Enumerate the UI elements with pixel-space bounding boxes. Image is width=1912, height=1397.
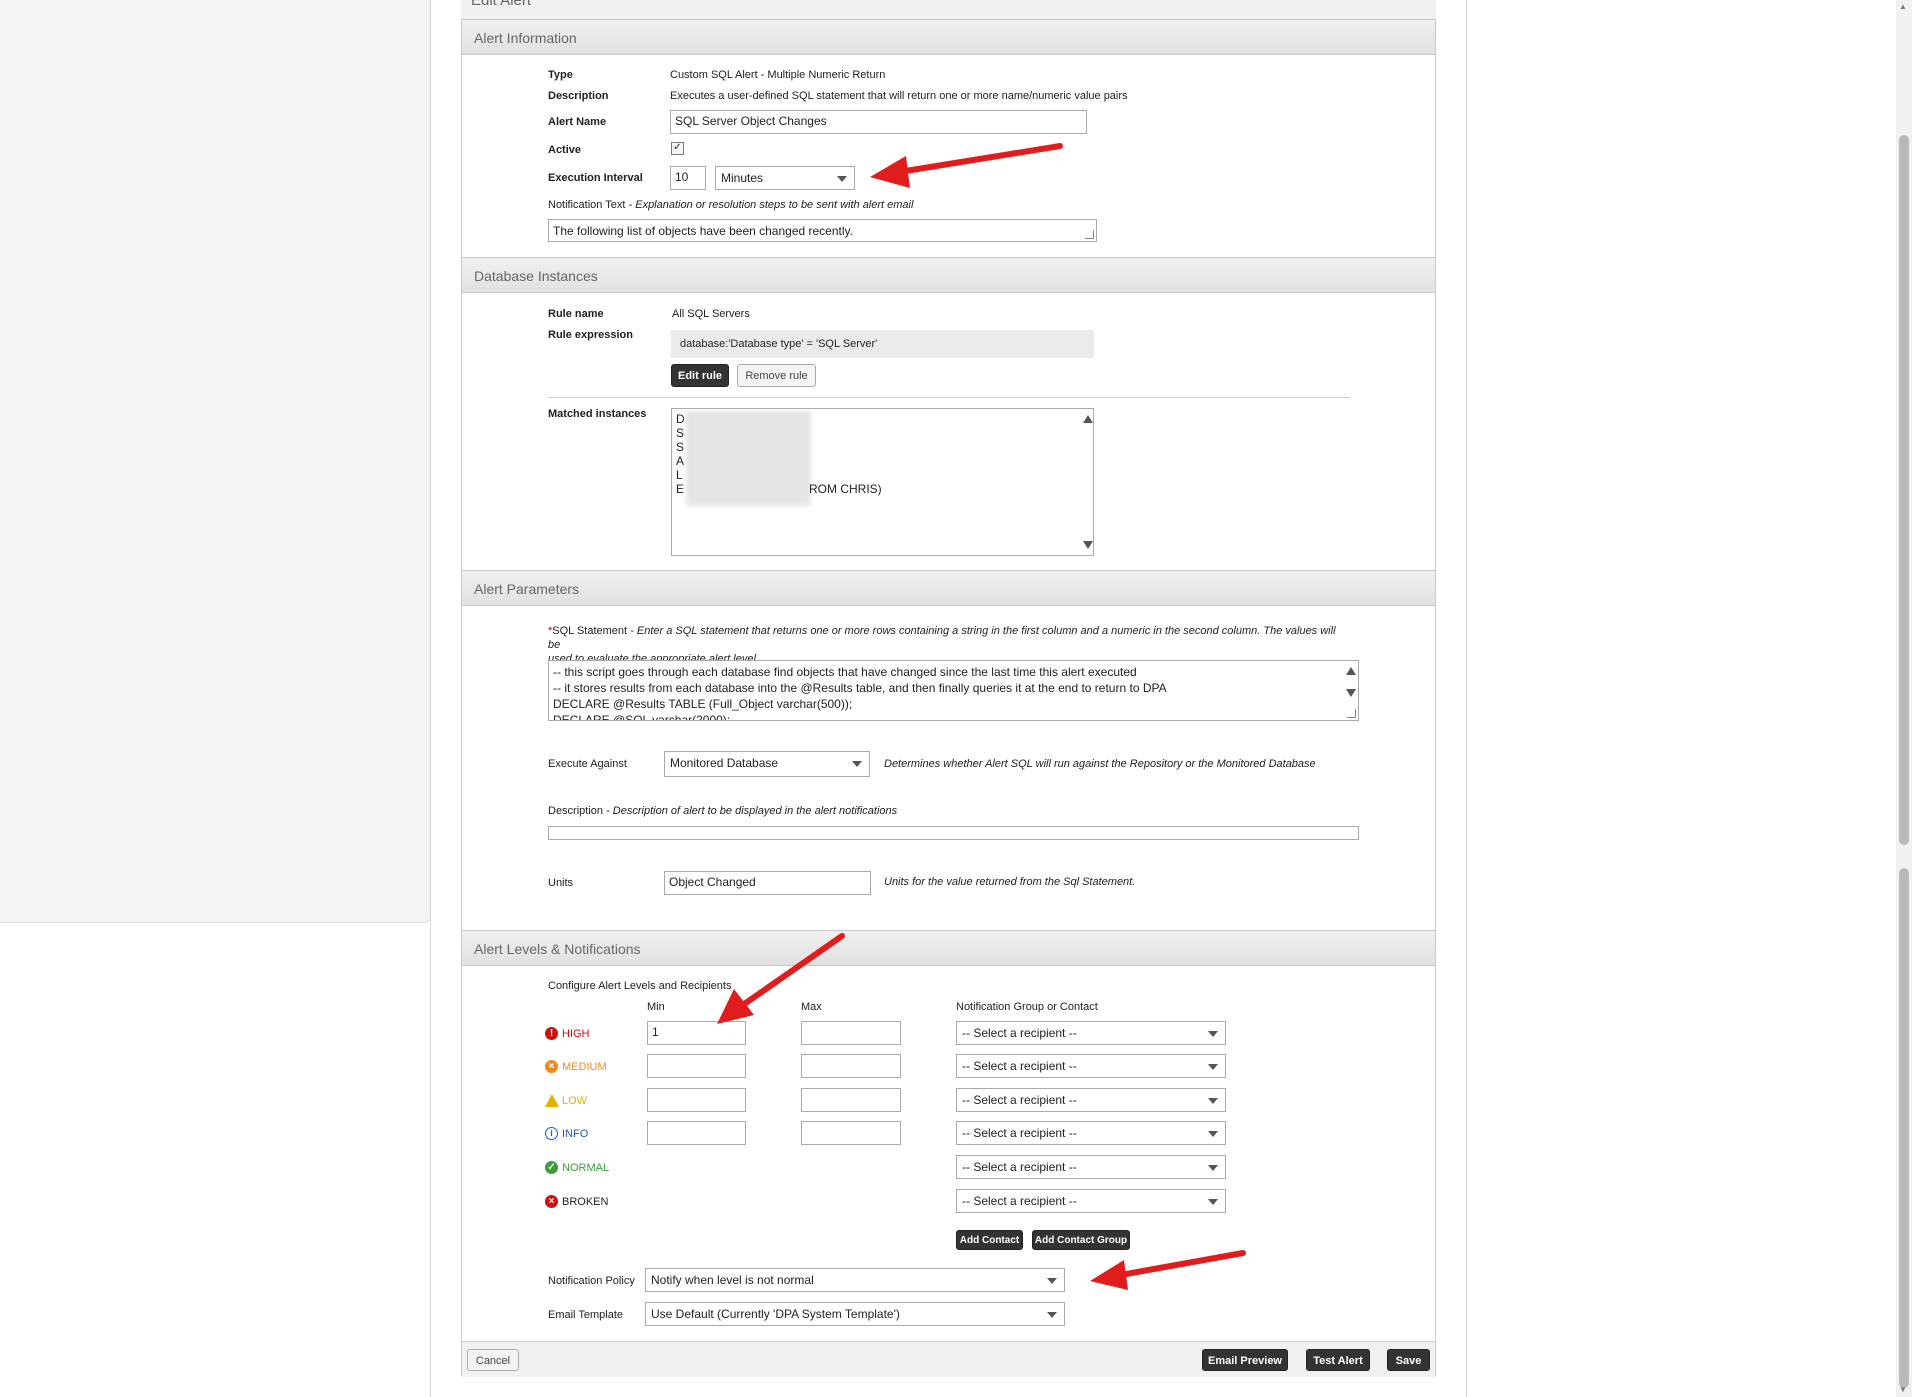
arrow-to-notification-policy: [1090, 1250, 1246, 1290]
arrow-to-interval: [870, 143, 1063, 188]
arrow-to-high-min: [717, 933, 845, 1024]
annotation-arrows: [717, 143, 1246, 1290]
